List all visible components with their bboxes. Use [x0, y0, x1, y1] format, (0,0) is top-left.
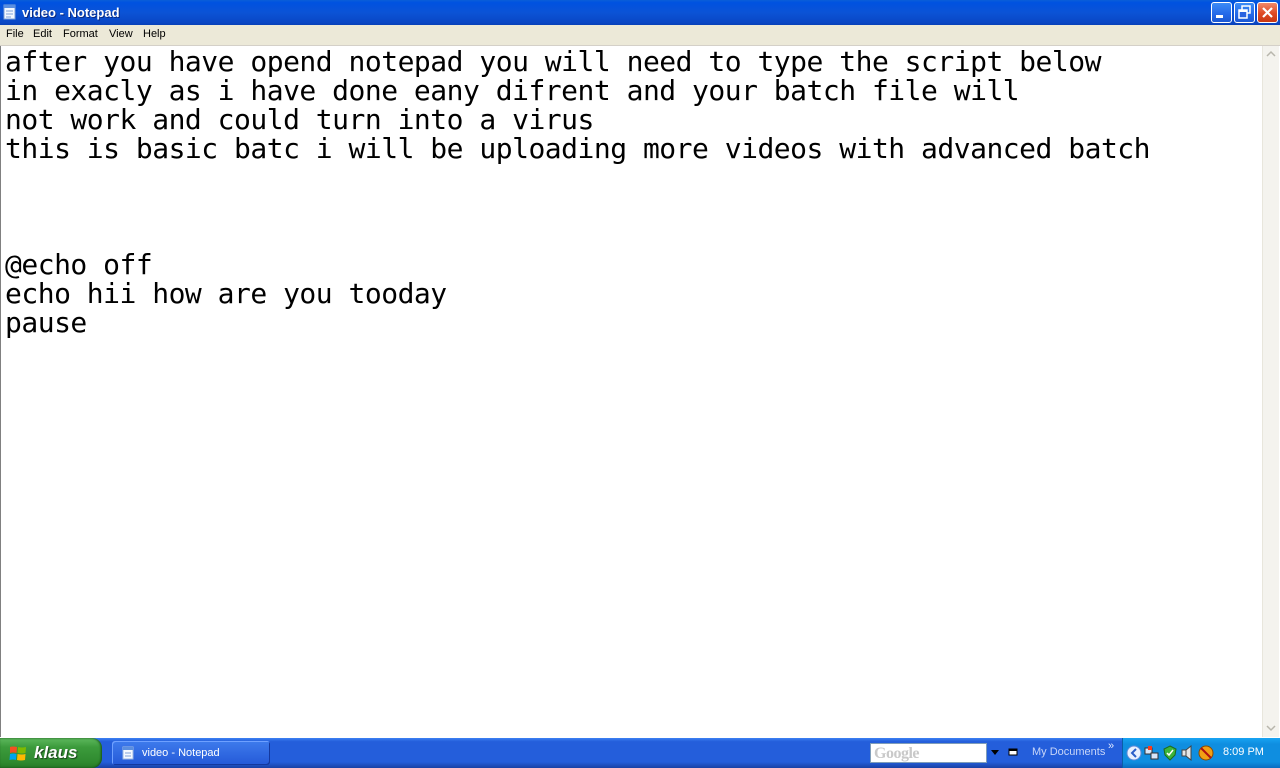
menu-help[interactable]: Help	[143, 28, 166, 40]
windows-logo-icon	[9, 746, 26, 761]
address-label[interactable]: My Documents	[1032, 746, 1105, 758]
notepad-icon	[122, 746, 134, 760]
scroll-up-button[interactable]	[1263, 46, 1279, 63]
menu-format[interactable]: Format	[63, 28, 98, 40]
close-button[interactable]	[1257, 2, 1278, 23]
start-button[interactable]: klaus	[0, 738, 102, 768]
volume-icon[interactable]	[1180, 745, 1196, 761]
restore-button[interactable]	[1234, 2, 1255, 23]
arrow-up-icon	[1266, 50, 1276, 57]
text-editor[interactable]: after you have opend notepad you will ne…	[0, 46, 1262, 737]
notepad-icon	[3, 4, 16, 20]
menu-file[interactable]: File	[6, 28, 24, 40]
system-tray: 8:09 PM	[1122, 738, 1280, 768]
taskbar-item-label: video - Notepad	[142, 747, 220, 759]
menu-bar: File Edit Format View Help	[0, 25, 1280, 46]
google-placeholder: Google	[874, 745, 920, 762]
clock[interactable]: 8:09 PM	[1223, 746, 1264, 758]
minimize-icon	[1216, 15, 1223, 18]
arrow-down-icon	[1266, 725, 1276, 732]
scroll-down-button[interactable]	[1263, 720, 1279, 737]
notepad-window: video - Notepad File Edit Format View He…	[0, 0, 1280, 738]
menu-view[interactable]: View	[109, 28, 133, 40]
restore-icon	[1238, 5, 1251, 19]
collapse-tray-icon[interactable]	[1126, 745, 1142, 761]
toolbar-chevron[interactable]: »	[1108, 740, 1114, 752]
minimize-button[interactable]	[1211, 2, 1232, 23]
taskbar-item-notepad[interactable]: video - Notepad	[112, 741, 270, 765]
start-label: klaus	[34, 743, 78, 762]
close-icon	[1262, 7, 1273, 18]
desktop-toolbar-icon[interactable]	[1008, 747, 1018, 757]
taskbar: klaus video - Notepad Google My Document…	[0, 738, 1280, 768]
title-bar[interactable]: video - Notepad	[0, 0, 1280, 25]
editor-content[interactable]: after you have opend notepad you will ne…	[5, 47, 1151, 337]
security-icon[interactable]	[1162, 745, 1178, 761]
dropdown-arrow-icon[interactable]	[990, 747, 1000, 757]
antivirus-icon[interactable]	[1198, 745, 1214, 761]
menu-edit[interactable]: Edit	[33, 28, 52, 40]
vertical-scrollbar[interactable]	[1262, 46, 1279, 737]
google-search-input[interactable]: Google	[870, 743, 987, 763]
window-title: video - Notepad	[22, 5, 120, 20]
network-icon[interactable]	[1144, 745, 1160, 761]
